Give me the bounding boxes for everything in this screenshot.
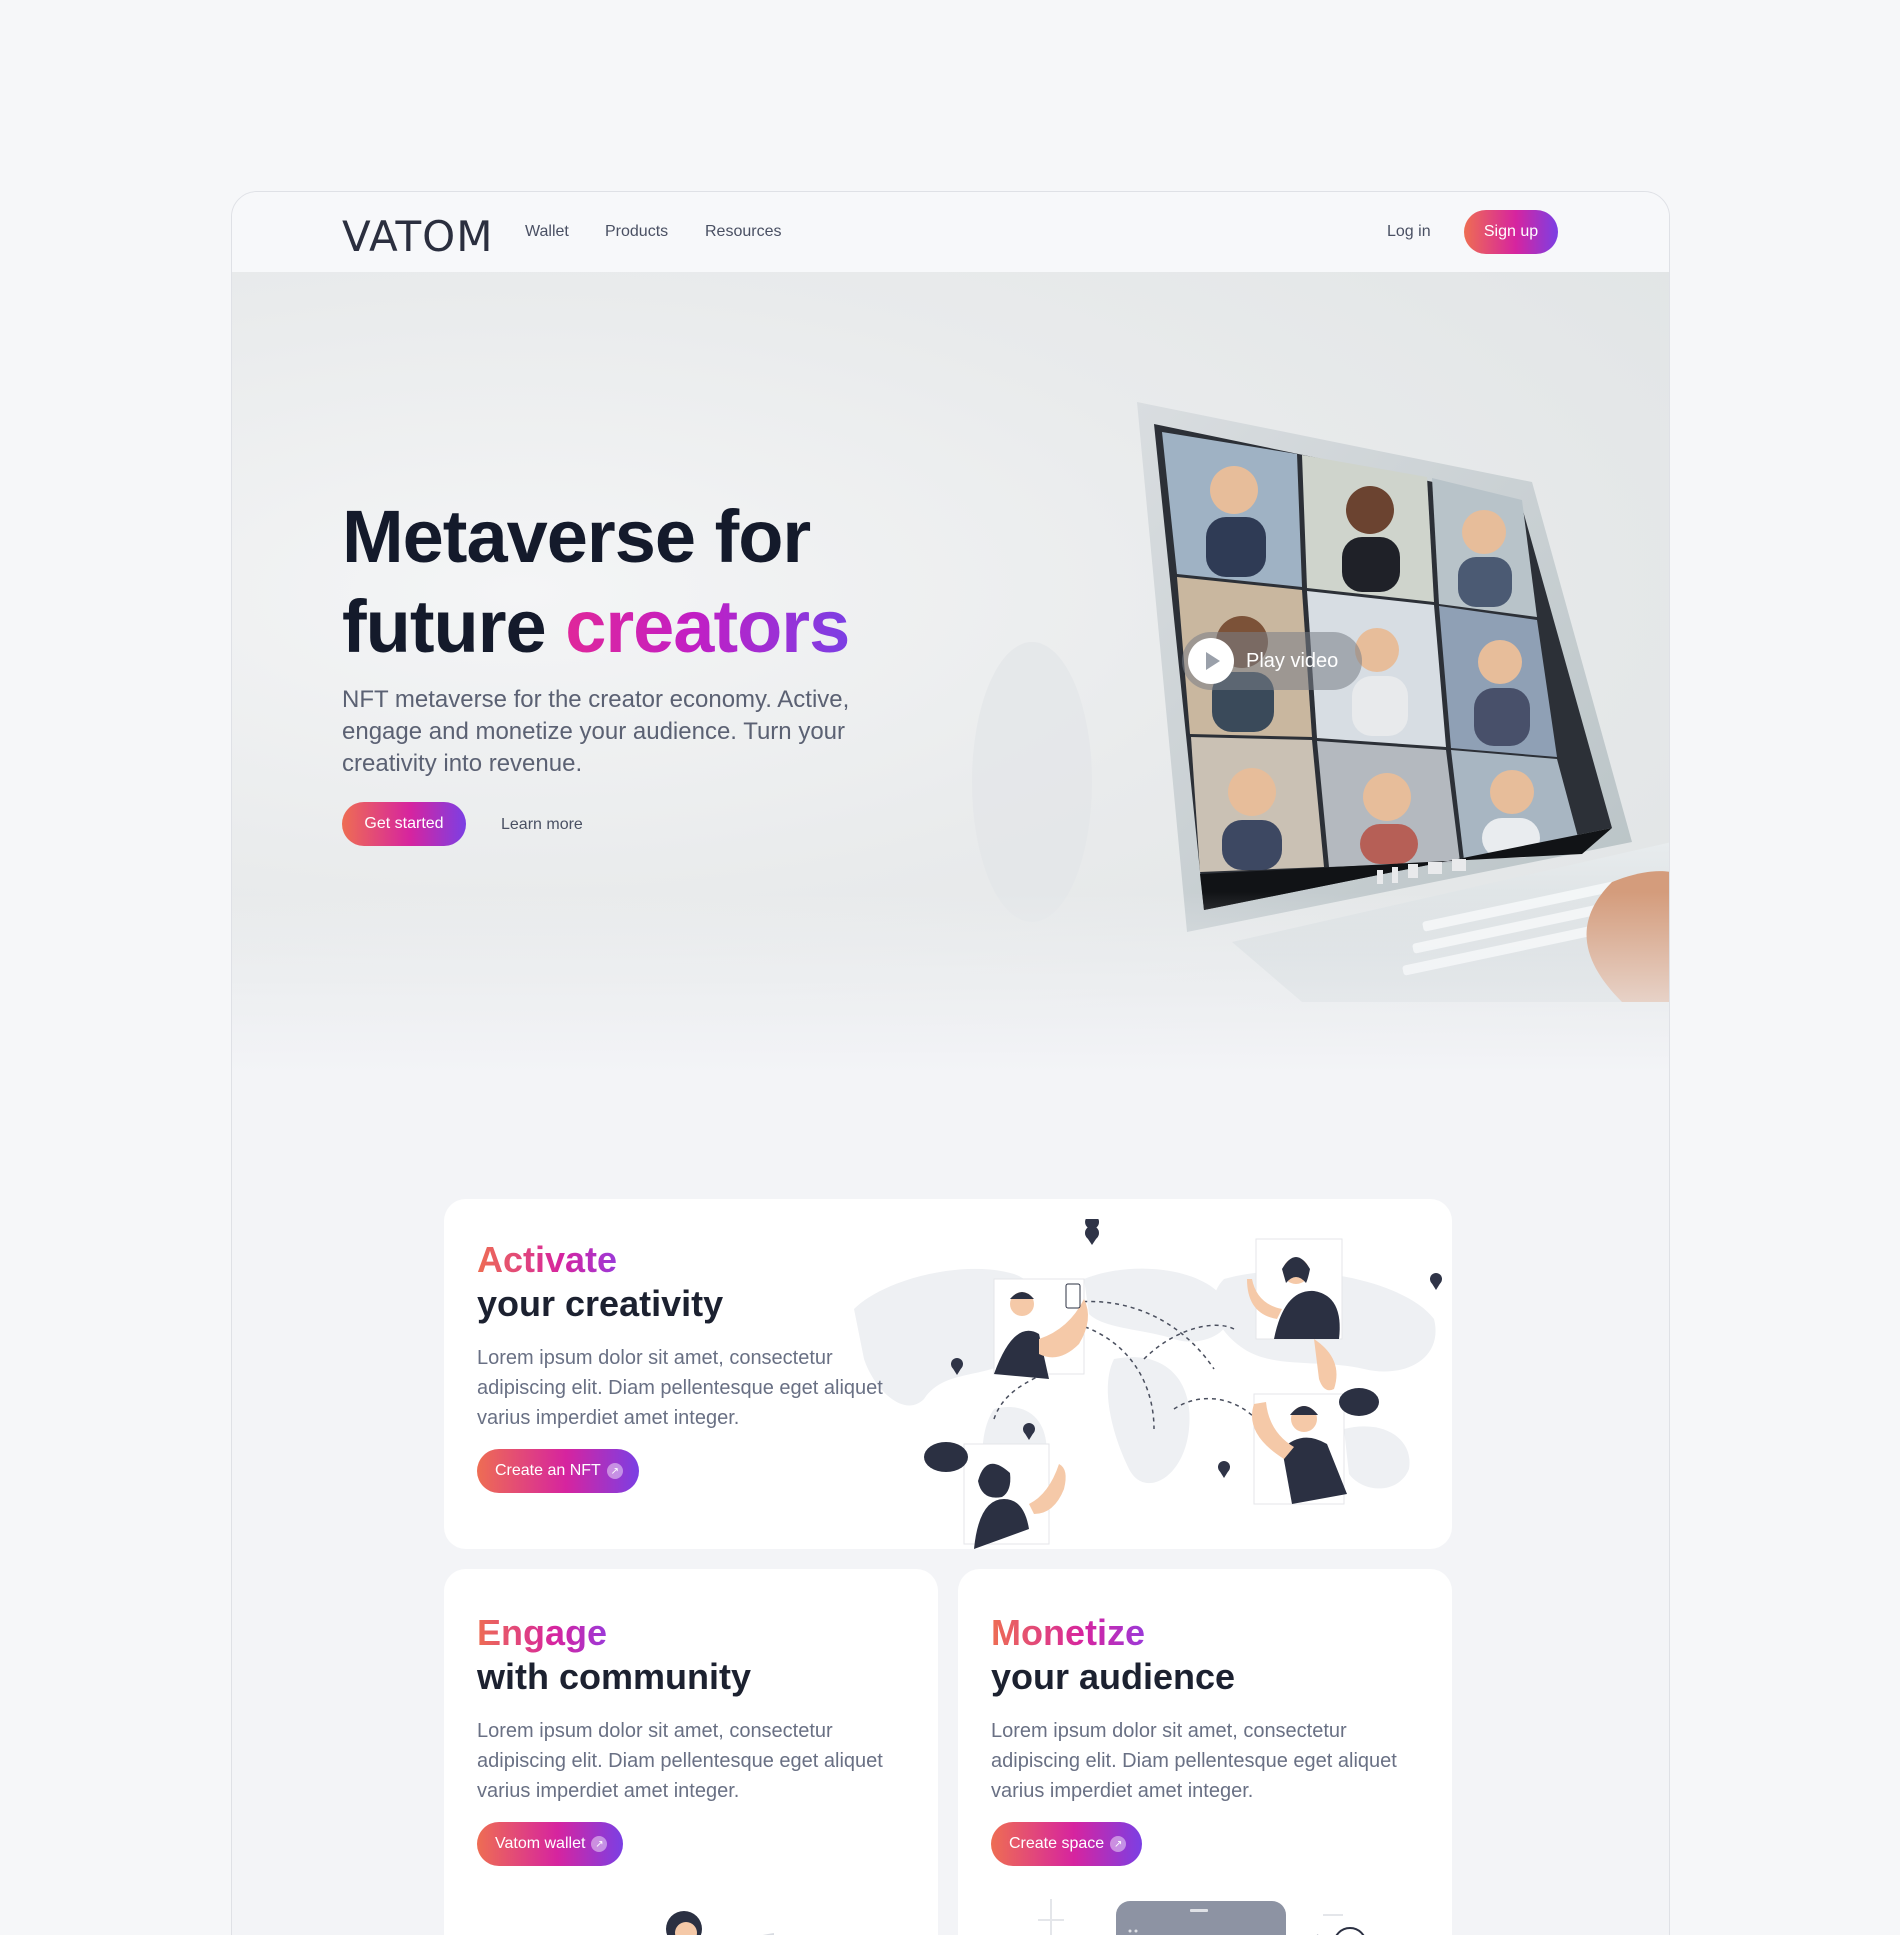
- card-kicker-monetize: Monetize: [991, 1612, 1146, 1653]
- arrow-up-right-icon: ↗: [1110, 1836, 1127, 1852]
- play-icon: [1188, 638, 1234, 684]
- signup-button[interactable]: Sign up: [1464, 210, 1558, 254]
- hero-subtitle: NFT metaverse for the creator economy. A…: [342, 686, 850, 777]
- play-video-button[interactable]: Play video: [1182, 632, 1362, 690]
- nav-link-wallet[interactable]: Wallet: [525, 223, 569, 241]
- hero-section: Play video Metaverse for future creators…: [232, 272, 1669, 1072]
- vatom-logo[interactable]: VATOM: [342, 212, 493, 261]
- feature-card-activate: Activate your creativity Lorem ipsum dol…: [444, 1199, 1452, 1549]
- feature-card-monetize: Monetize your audience Lorem ipsum dolor…: [958, 1569, 1452, 1935]
- card-body-activate: Lorem ipsum dolor sit amet, consectetur …: [477, 1347, 883, 1429]
- hero-bottom-fade: [232, 892, 1669, 1072]
- arrow-up-right-icon: ↗: [591, 1836, 608, 1852]
- get-started-button[interactable]: Get started: [342, 802, 466, 846]
- create-space-label: Create space: [1009, 1835, 1105, 1852]
- card-kicker-activate: Activate: [477, 1239, 618, 1280]
- top-nav: VATOM Wallet Products Resources Log in S…: [232, 192, 1669, 272]
- page-frame: VATOM Wallet Products Resources Log in S…: [231, 191, 1670, 1935]
- world-map-illustration: [854, 1219, 1442, 1549]
- feature-card-engage: Engage with community Lorem ipsum dolor …: [444, 1569, 938, 1935]
- vatom-wallet-label: Vatom wallet: [495, 1835, 586, 1852]
- card-body-monetize: Lorem ipsum dolor sit amet, consectetur …: [991, 1720, 1397, 1802]
- hero-title: Metaverse for future creators: [342, 492, 962, 672]
- nft-collection-phone-illustration: [1038, 1899, 1365, 1935]
- hero-title-line2: future: [342, 585, 566, 668]
- learn-more-link[interactable]: Learn more: [501, 816, 583, 834]
- play-video-label: Play video: [1246, 649, 1339, 672]
- arrow-up-right-icon: ↗: [606, 1463, 623, 1479]
- hero-title-line1: Metaverse for: [342, 495, 811, 578]
- hero-title-accent: creators: [565, 585, 850, 668]
- card-title-engage: with community: [477, 1656, 752, 1697]
- create-space-button[interactable]: Create space ↗: [991, 1822, 1143, 1866]
- community-illustration: [666, 1911, 774, 1935]
- vatom-wallet-button[interactable]: Vatom wallet ↗: [477, 1822, 624, 1866]
- create-nft-label: Create an NFT: [495, 1462, 601, 1479]
- create-nft-button[interactable]: Create an NFT ↗: [477, 1449, 639, 1493]
- card-kicker-engage: Engage: [477, 1612, 608, 1653]
- card-title-monetize: your audience: [991, 1656, 1236, 1697]
- nav-link-products[interactable]: Products: [605, 223, 668, 241]
- login-link[interactable]: Log in: [1387, 223, 1431, 241]
- nav-link-resources[interactable]: Resources: [705, 223, 781, 241]
- card-title-activate: your creativity: [477, 1283, 724, 1324]
- card-body-engage: Lorem ipsum dolor sit amet, consectetur …: [477, 1720, 883, 1802]
